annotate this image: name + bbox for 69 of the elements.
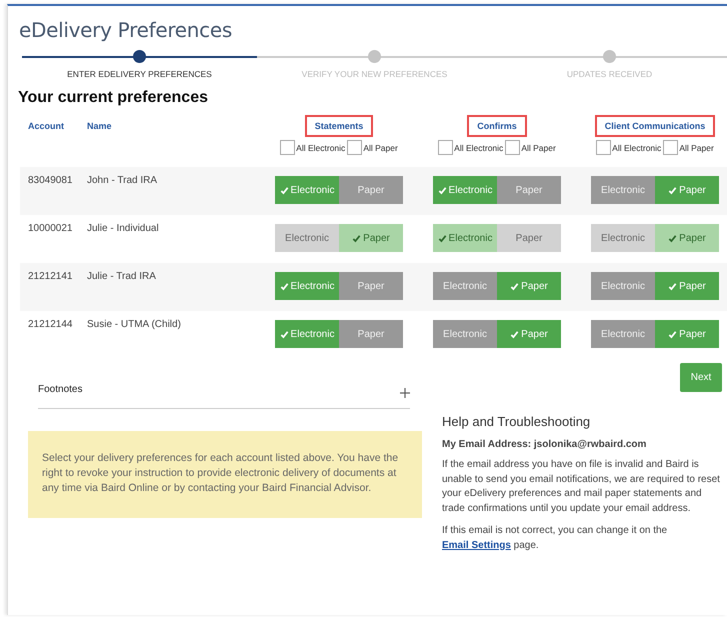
account-name: Julie - Trad IRA [87, 270, 157, 282]
help-text: If this email is not correct, you can change it on the Email Settings page. [442, 524, 668, 552]
account-name: Julie - Individual [87, 222, 160, 234]
check-icon [280, 186, 289, 194]
checkbox-label: All Paper [521, 142, 556, 152]
checkbox[interactable] [596, 140, 612, 155]
toggle-option[interactable]: Electronic [433, 176, 497, 204]
checkbox-label: All Electronic [296, 142, 346, 152]
checkbox[interactable] [347, 140, 362, 155]
toggle-option[interactable]: Electronic [275, 320, 339, 348]
toggle-option[interactable]: Electronic [591, 320, 655, 348]
footnotes-label[interactable]: Footnotes [38, 384, 82, 395]
toggle-option[interactable]: Paper [339, 176, 403, 204]
account-number: 83049081 [28, 174, 74, 186]
section-heading: Your current preferences [18, 89, 209, 107]
account-number: 21212144 [28, 318, 74, 330]
check-icon [438, 234, 447, 242]
checkbox[interactable] [438, 140, 454, 155]
toggle-option[interactable]: Paper [655, 176, 719, 204]
checkbox-label: All Paper [679, 142, 714, 152]
check-icon [352, 234, 362, 242]
step-label: UPDATES RECEIVED [566, 69, 652, 79]
checkbox-label: All Electronic [454, 142, 504, 152]
checkbox-label: All Paper [363, 142, 398, 152]
toggle-option[interactable]: Paper [655, 272, 719, 300]
check-icon [668, 330, 678, 338]
toggle-option[interactable]: Paper [497, 320, 561, 348]
toggle-option[interactable]: Electronic [433, 272, 497, 300]
column-header: Statements [304, 115, 374, 137]
email-address: My Email Address: jsolonika@rwbaird.com [442, 439, 648, 450]
toggle-option[interactable]: Electronic [433, 320, 497, 348]
toggle-option[interactable]: Electronic [275, 272, 339, 300]
check-icon [668, 186, 678, 194]
toggle-option[interactable]: Paper [655, 320, 719, 348]
expand-icon[interactable] [400, 388, 410, 398]
column-header: Account [28, 120, 65, 133]
notice-text: Select your delivery preferences for each account listed above. You have the right to revoke your instruction to provide electronic delivery of documents at any time via Baird Online or by contacting your Baird Financial Advisor. [28, 431, 422, 518]
account-number: 21212141 [28, 270, 74, 282]
toggle-option[interactable]: Electronic [275, 176, 339, 204]
account-number: 10000021 [28, 222, 74, 234]
help-text: If the email address you have on file is invalid and Baird is unable to send you email notifications, we are required to reset your eDelivery preferences and mail paper statements and trade confirmations until you update your email address. [442, 458, 721, 516]
account-name: John - Trad IRA [87, 174, 158, 186]
column-header: Client Communications [594, 115, 716, 137]
toggle-option[interactable]: Paper [497, 272, 561, 300]
check-icon [280, 330, 289, 338]
checkbox[interactable] [505, 140, 520, 155]
check-icon [510, 282, 520, 290]
checkbox-label: All Electronic [612, 142, 662, 152]
check-icon [668, 282, 678, 290]
step-label: ENTER EDELIVERY PREFERENCES [67, 69, 212, 79]
check-icon [510, 330, 520, 338]
checkbox[interactable] [280, 140, 296, 155]
check-icon [668, 234, 678, 242]
check-icon [438, 186, 447, 194]
page-title: eDelivery Preferences [19, 18, 234, 42]
column-header: Confirms [467, 115, 527, 137]
email-settings-link[interactable]: Email Settings [442, 540, 511, 550]
toggle-option[interactable]: Electronic [591, 272, 655, 300]
next-button[interactable]: Next [680, 363, 722, 392]
toggle-option[interactable]: Paper [339, 272, 403, 300]
account-name: Susie - UTMA (Child) [87, 318, 182, 330]
checkbox[interactable] [663, 140, 678, 155]
toggle-option[interactable]: Electronic [591, 176, 655, 204]
help-title: Help and Troubleshooting [442, 414, 592, 429]
toggle-option[interactable]: Paper [497, 176, 561, 204]
column-header: Name [87, 120, 113, 133]
step-label: VERIFY YOUR NEW PREFERENCES [302, 69, 448, 79]
check-icon [280, 282, 289, 290]
toggle-option[interactable]: Paper [339, 320, 403, 348]
